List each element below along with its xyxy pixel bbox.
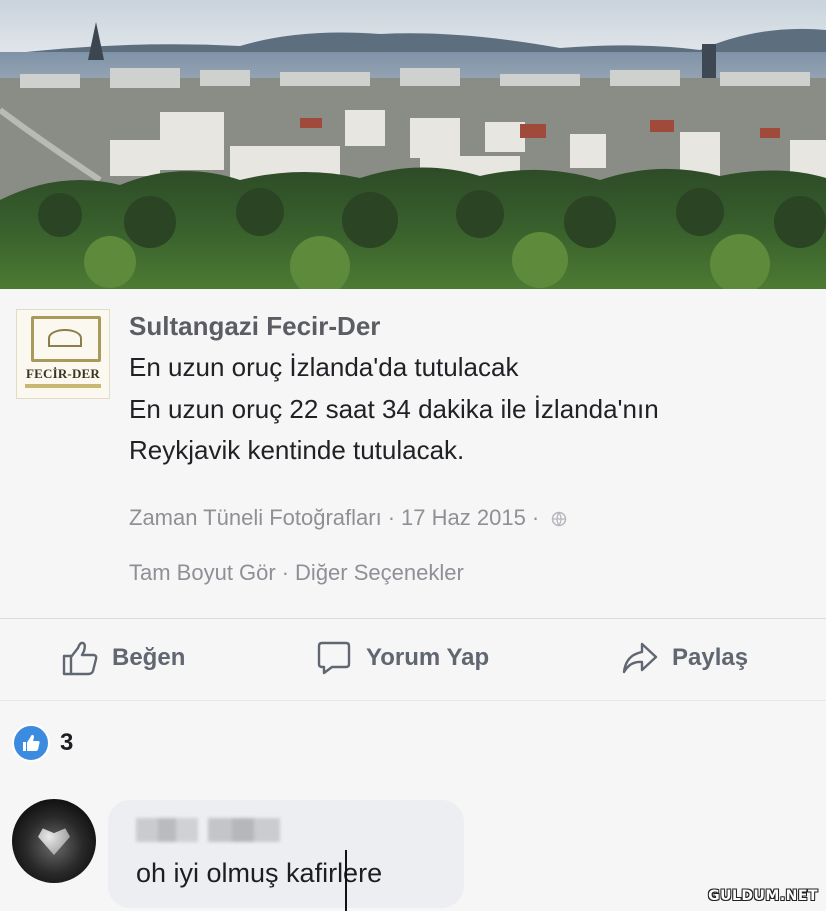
divider (0, 618, 826, 619)
city-landscape-image (0, 0, 826, 289)
meta-separator: · (387, 505, 396, 530)
meta-separator: · (281, 560, 290, 585)
like-reaction-icon (12, 724, 50, 762)
share-label: Paylaş (672, 644, 749, 671)
logo-text: FECİR-DER (25, 366, 101, 381)
like-thumb-icon (23, 734, 40, 751)
post-author[interactable]: Sultangazi Fecir-Der (129, 311, 380, 342)
share-arrow-icon (622, 642, 658, 674)
comment-button[interactable]: Yorum Yap (314, 638, 489, 678)
share-button[interactable]: Paylaş (620, 638, 748, 678)
reaction-count: 3 (60, 729, 74, 756)
thumbs-up-icon (62, 641, 98, 676)
logo-emblem (31, 316, 101, 362)
full-size-link[interactable]: Tam Boyut Gör (129, 560, 276, 585)
page-logo[interactable]: FECİR-DER (16, 309, 110, 399)
comment-label: Yorum Yap (366, 644, 490, 671)
heart-icon (38, 828, 70, 855)
like-button[interactable]: Beğen (60, 638, 185, 678)
post-date[interactable]: 17 Haz 2015 (401, 505, 526, 530)
comment-bubble: oh iyi olmuş kafirlere (108, 800, 464, 908)
meta-separator: · (531, 505, 540, 530)
comment-bubble-icon (317, 641, 351, 675)
reactions-summary[interactable]: 3 (12, 724, 73, 762)
more-options-link[interactable]: Diğer Seçenekler (295, 560, 464, 585)
commenter-name-blurred[interactable] (136, 818, 280, 842)
album-link[interactable]: Zaman Tüneli Fotoğrafları (129, 505, 382, 530)
public-globe-icon[interactable] (551, 511, 567, 527)
logo-bar (25, 384, 101, 388)
like-label: Beğen (112, 644, 186, 671)
post-message-line-3: Reykjavik kentinde tutulacak. (129, 435, 465, 465)
post-message-line-2: En uzun oruç 22 saat 34 dakika ile İzlan… (129, 394, 659, 424)
divider (0, 700, 826, 701)
commenter-avatar[interactable] (12, 799, 96, 883)
cover-photo[interactable] (0, 0, 826, 289)
text-cursor-mark (345, 850, 347, 911)
post-meta: Zaman Tüneli Fotoğrafları · 17 Haz 2015 · (129, 505, 567, 531)
post-message-line-1: En uzun oruç İzlanda'da tutulacak (129, 352, 519, 382)
post-links: Tam Boyut Gör · Diğer Seçenekler (129, 560, 464, 586)
watermark: GULDUM.NET (708, 888, 818, 904)
